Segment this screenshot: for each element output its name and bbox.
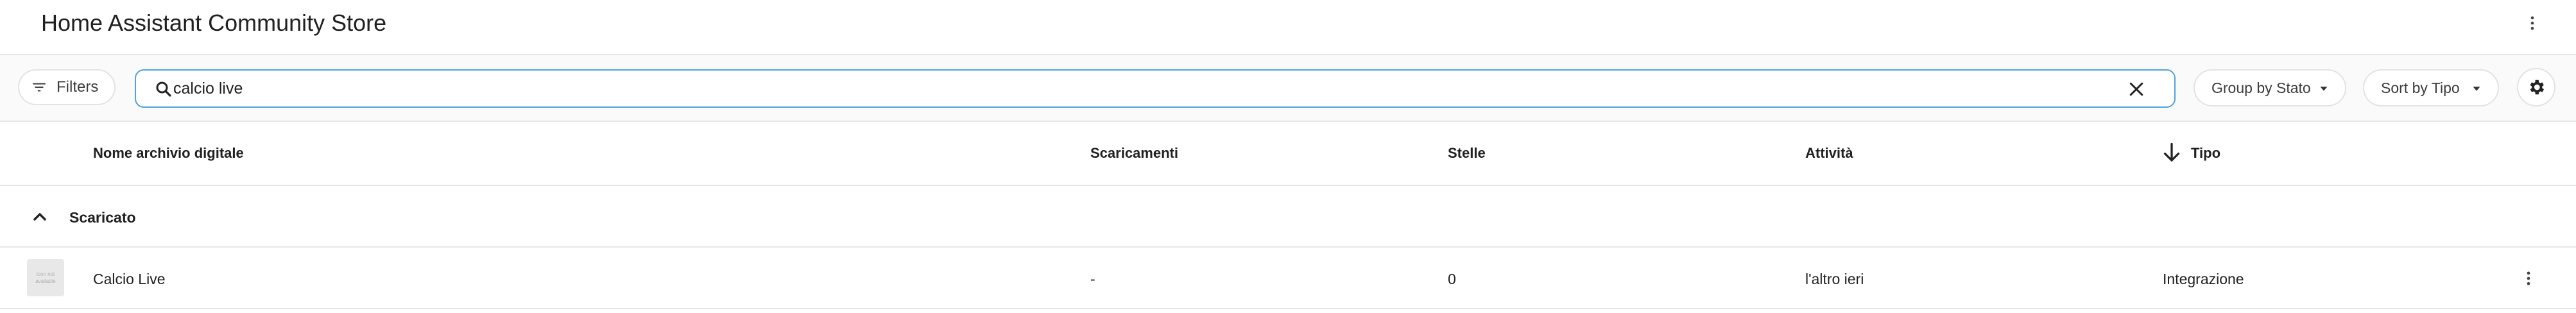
header-menu-button[interactable] (2517, 8, 2548, 38)
column-header-activity[interactable]: Attività (1805, 145, 1853, 162)
more-vertical-icon (2527, 271, 2530, 285)
column-header-downloads[interactable]: Scaricamenti (1090, 145, 1178, 162)
group-label: Scaricato (69, 209, 136, 226)
row-menu-button[interactable] (2513, 263, 2544, 294)
filters-button[interactable]: Filters (18, 69, 116, 105)
clear-search-icon[interactable] (2127, 80, 2146, 99)
table-row[interactable]: Icon not available Calcio Live - 0 l'alt… (0, 248, 2576, 309)
search-toolbar: Filters Group by Stato Sort by Tipo (0, 55, 2576, 122)
gear-icon (2530, 80, 2544, 95)
filter-list-icon (33, 83, 46, 92)
cell-activity: l'altro ieri (1805, 271, 1864, 287)
filters-label: Filters (56, 78, 99, 96)
column-header-name[interactable]: Nome archivio digitale (93, 145, 244, 162)
table-settings-button[interactable] (2517, 68, 2555, 106)
arrow-down-icon[interactable] (2160, 141, 2183, 164)
search-input[interactable] (173, 76, 2099, 101)
table-header: Nome archivio digitale Scaricamenti Stel… (0, 122, 2576, 186)
top-app-bar: Home Assistant Community Store (0, 0, 2576, 55)
sort-by-dropdown[interactable]: Sort by Tipo (2363, 69, 2499, 106)
column-header-stars[interactable]: Stelle (1448, 145, 1486, 162)
column-header-type[interactable]: Tipo (2191, 145, 2220, 162)
cell-downloads: - (1090, 271, 1095, 287)
repository-thumbnail: Icon not available (27, 259, 64, 296)
caret-down-icon (2473, 87, 2480, 91)
search-box (135, 69, 2176, 108)
group-by-dropdown[interactable]: Group by Stato (2194, 69, 2346, 106)
sort-by-label: Sort by Tipo (2381, 79, 2460, 96)
chevron-up-icon[interactable] (30, 207, 50, 227)
cell-stars: 0 (1448, 271, 1456, 287)
cell-name: Calcio Live (93, 271, 166, 287)
search-icon (156, 81, 171, 97)
group-by-label: Group by Stato (2211, 79, 2311, 96)
caret-down-icon (2320, 87, 2328, 91)
page-title: Home Assistant Community Store (41, 10, 387, 36)
cell-type: Integrazione (2163, 271, 2244, 287)
more-vertical-icon (2530, 16, 2534, 30)
hacs-app: Home Assistant Community Store Filters c… (0, 0, 2576, 313)
group-header-row[interactable]: Scaricato (0, 186, 2576, 248)
